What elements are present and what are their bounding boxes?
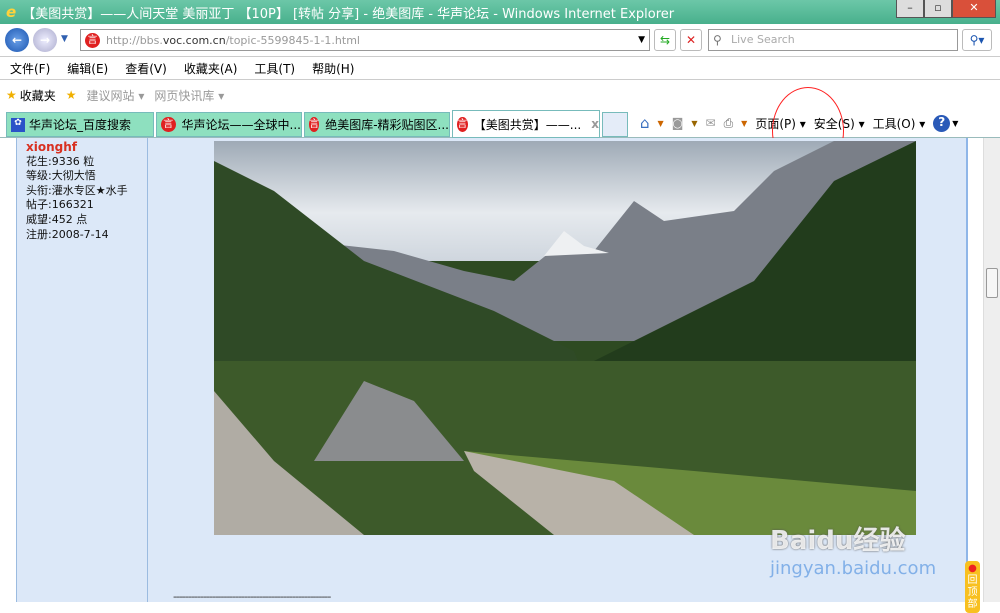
- voc-icon: 言: [309, 117, 320, 132]
- scrollbar-thumb[interactable]: [986, 268, 998, 298]
- tab-current[interactable]: 言【美图共赏】——... x: [452, 110, 600, 138]
- help-icon[interactable]: ?: [933, 114, 951, 132]
- close-button[interactable]: ✕: [952, 0, 996, 18]
- help-dropdown-icon[interactable]: ▼: [952, 119, 958, 128]
- vertical-scrollbar[interactable]: [983, 138, 1000, 602]
- tab-baidu[interactable]: ✿ 华声论坛_百度搜索: [6, 112, 154, 137]
- back-to-top-button[interactable]: ● 回顶部: [965, 561, 980, 613]
- menu-help[interactable]: 帮助(H): [312, 60, 354, 77]
- user-title: 头衔:灌水专区★水手: [26, 183, 128, 197]
- baidu-watermark: Baidu经验: [770, 526, 906, 556]
- menu-bar: 文件(F) 编辑(E) 查看(V) 收藏夹(A) 工具(T) 帮助(H): [0, 58, 1000, 80]
- feeds-icon[interactable]: ◙: [672, 116, 684, 130]
- home-dropdown-icon[interactable]: ▼: [658, 119, 664, 128]
- address-bar[interactable]: 言 http://bbs. voc.com.cn/topic-5599845-1-…: [80, 29, 650, 51]
- watermark-url: jingyan.baidu.com: [770, 558, 937, 579]
- separator-line: ----------------------------------------…: [173, 590, 331, 603]
- menu-view[interactable]: 查看(V): [125, 60, 167, 77]
- baidu-paw-icon: ✿: [11, 117, 25, 132]
- ie-logo-icon: e: [6, 3, 17, 21]
- tools-menu[interactable]: 工具(O) ▾: [873, 115, 926, 132]
- suggested-sites[interactable]: 建议网站 ▾: [87, 87, 145, 104]
- search-input[interactable]: Live Search: [708, 29, 958, 51]
- user-registered: 注册:2008-7-14: [26, 227, 109, 241]
- user-info: xionghf 花生:9336 粒 等级:大彻大悟 头衔:灌水专区★水手 帖子:…: [26, 140, 128, 242]
- address-dropdown-icon[interactable]: ▼: [638, 35, 645, 45]
- favorites-bar: ★ 收藏夹 ★ 建议网站 ▾ 网页快讯库 ▾: [0, 81, 1000, 109]
- title-bar: e 【美图共赏】——人间天堂 美丽亚丁 【10P】 [转帖 分享] - 绝美图库…: [0, 0, 1000, 24]
- mail-icon[interactable]: ✉: [706, 116, 716, 130]
- feeds-dropdown-icon[interactable]: ▼: [691, 119, 697, 128]
- username-link[interactable]: xionghf: [26, 140, 128, 155]
- forward-button[interactable]: →: [33, 28, 57, 52]
- search-button[interactable]: ⚲▾: [962, 29, 992, 51]
- tab-voc-home[interactable]: 言华声论坛——全球中...: [156, 112, 302, 137]
- voc-icon: 言: [85, 32, 100, 48]
- history-dropdown-icon[interactable]: ▼: [61, 34, 68, 44]
- add-favorite-icon[interactable]: ★: [66, 88, 77, 102]
- refresh-button[interactable]: ⇆: [654, 29, 676, 51]
- menu-edit[interactable]: 编辑(E): [67, 60, 108, 77]
- window-title: 【美图共赏】——人间天堂 美丽亚丁 【10P】 [转帖 分享] - 绝美图库 -…: [22, 6, 675, 22]
- tab-close-button[interactable]: x: [591, 117, 599, 131]
- new-tab-button[interactable]: [602, 112, 628, 137]
- favorites-button[interactable]: 收藏夹: [20, 87, 56, 104]
- stop-button[interactable]: ✕: [680, 29, 702, 51]
- menu-file[interactable]: 文件(F): [10, 60, 50, 77]
- magnifier-icon: ⚲: [713, 33, 722, 47]
- minimize-button[interactable]: –: [896, 0, 924, 18]
- menu-favorites[interactable]: 收藏夹(A): [184, 60, 238, 77]
- user-prestige: 威望:452 点: [26, 212, 88, 226]
- user-posts: 帖子:166321: [26, 198, 94, 212]
- tab-gallery[interactable]: 言绝美图库-精彩贴图区...: [304, 112, 450, 137]
- address-row: ← → ▼ 言 http://bbs. voc.com.cn/topic-5599…: [0, 24, 1000, 57]
- landscape-photo: [214, 141, 916, 535]
- voc-icon: 言: [161, 117, 176, 132]
- user-peanuts: 花生:9336 粒: [26, 154, 95, 168]
- menu-tools[interactable]: 工具(T): [254, 60, 295, 77]
- home-icon[interactable]: ⌂: [640, 114, 650, 132]
- print-icon[interactable]: ⎙: [724, 116, 734, 131]
- user-level: 等级:大彻大悟: [26, 169, 96, 183]
- star-icon: ★: [6, 88, 17, 102]
- back-button[interactable]: ←: [5, 28, 29, 52]
- maximize-button[interactable]: ▫: [924, 0, 952, 18]
- voc-icon: 言: [457, 116, 468, 132]
- print-dropdown-icon[interactable]: ▼: [741, 119, 747, 128]
- web-slice-gallery[interactable]: 网页快讯库 ▾: [154, 87, 224, 104]
